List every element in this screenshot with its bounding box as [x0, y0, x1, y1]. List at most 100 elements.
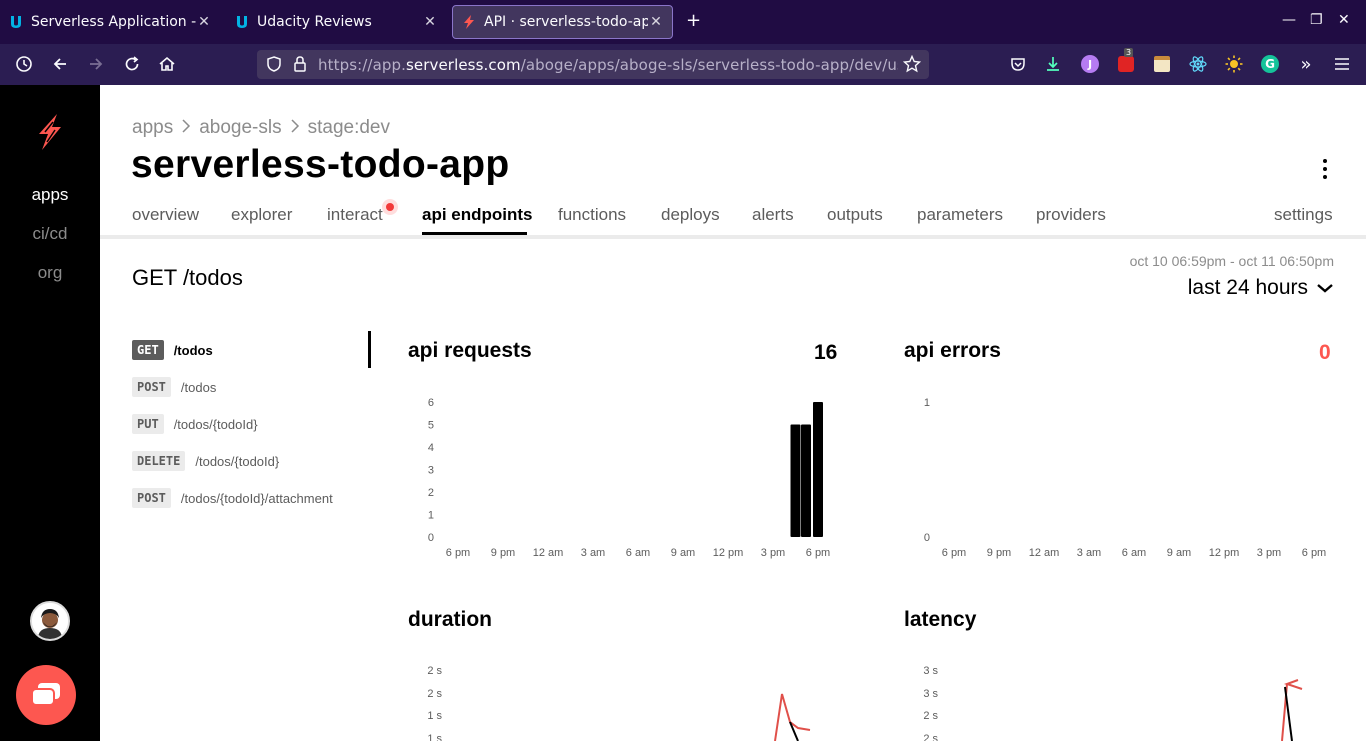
tab-parameters[interactable]: parameters — [917, 205, 1003, 225]
user-avatar[interactable] — [30, 601, 70, 641]
browser-tab-bar: Serverless Application - Udacity ✕ Udaci… — [0, 0, 1366, 44]
back-arrow-icon[interactable] — [49, 53, 71, 75]
tab-functions[interactable]: functions — [558, 205, 626, 225]
chat-bubble-icon — [31, 683, 60, 706]
serverless-logo-icon[interactable] — [33, 112, 67, 156]
overflow-chevrons-icon[interactable]: » — [1296, 54, 1316, 75]
x-tick-label: 3 pm — [761, 547, 785, 559]
app-sidebar: apps ci/cd org — [0, 85, 100, 741]
sidebar-item-org[interactable]: org — [0, 263, 100, 283]
home-icon[interactable] — [156, 53, 178, 75]
restore-icon[interactable]: ❐ — [1310, 12, 1323, 28]
grammarly-icon[interactable]: G — [1260, 54, 1280, 74]
breadcrumb: apps aboge-sls stage:dev — [132, 117, 390, 139]
url-text: https://app.serverless.com/aboge/apps/ab… — [318, 56, 898, 74]
sidebar-item-apps[interactable]: apps — [0, 185, 100, 205]
chevron-down-icon — [1316, 276, 1334, 300]
tab-outputs[interactable]: outputs — [827, 205, 883, 225]
y-tick-label: 2 s — [923, 733, 938, 741]
x-tick-label: 6 pm — [942, 547, 966, 559]
address-bar[interactable]: https://app.serverless.com/aboge/apps/ab… — [257, 50, 929, 79]
browser-tab-title: Serverless Application - Udacity — [31, 14, 196, 30]
notes-extension-icon[interactable] — [1152, 54, 1172, 74]
close-window-icon[interactable]: ✕ — [1338, 12, 1350, 28]
udacity-icon — [234, 14, 250, 30]
x-tick-label: 3 pm — [1257, 547, 1281, 559]
y-tick-label: 4 — [428, 442, 434, 454]
download-icon[interactable] — [1043, 54, 1063, 74]
chart-title-duration: duration — [408, 608, 492, 631]
y-tick-label: 0 — [428, 532, 434, 544]
y-tick-label: 2 s — [923, 710, 938, 722]
time-range-text: oct 10 06:59pm - oct 11 06:50pm — [1129, 253, 1334, 269]
profile-avatar-icon[interactable]: J — [1080, 54, 1100, 74]
reload-icon[interactable] — [121, 53, 143, 75]
y-tick-label: 2 s — [427, 688, 442, 700]
forward-arrow-icon[interactable] — [85, 53, 107, 75]
browser-tab-title: API · serverless-todo-app — [484, 14, 648, 30]
endpoint-path: /todos — [180, 379, 217, 395]
browser-tab-title: Udacity Reviews — [257, 14, 372, 30]
y-tick-label: 5 — [428, 420, 434, 432]
x-tick-label: 3 am — [1077, 547, 1101, 559]
close-icon[interactable]: ✕ — [196, 14, 212, 30]
tab-settings[interactable]: settings — [1274, 205, 1333, 225]
x-tick-label: 6 am — [626, 547, 650, 559]
y-tick-label: 2 s — [427, 665, 442, 677]
chevron-right-icon — [181, 118, 191, 138]
endpoint-item-post-attachment[interactable]: POST /todos/{todoId}/attachment — [132, 488, 333, 508]
tab-deploys[interactable]: deploys — [661, 205, 720, 225]
x-tick-label: 9 am — [1167, 547, 1191, 559]
x-tick-label: 12 pm — [713, 547, 744, 559]
time-range-selected: last 24 hours — [1187, 276, 1308, 299]
bar — [801, 424, 811, 537]
y-tick-label: 1 s — [427, 733, 442, 741]
endpoint-item-put-todo[interactable]: PUT /todos/{todoId} — [132, 414, 258, 434]
time-range-dropdown[interactable]: last 24 hours — [1188, 276, 1334, 300]
chevron-right-icon — [290, 118, 300, 138]
browser-tab-api-serverless-todo-app[interactable]: API · serverless-todo-app ✕ — [452, 5, 673, 39]
pocket-icon[interactable] — [1008, 54, 1028, 74]
endpoint-item-post-todos[interactable]: POST /todos — [132, 377, 216, 397]
extension-badge-icon[interactable]: 3 — [1116, 48, 1136, 74]
browser-tab-udacity-reviews[interactable]: Udacity Reviews ✕ — [226, 5, 446, 39]
api-errors-total: 0 — [1319, 341, 1331, 364]
lock-icon[interactable] — [292, 55, 308, 77]
tab-providers[interactable]: providers — [1036, 205, 1106, 225]
react-icon[interactable] — [1188, 54, 1208, 74]
sun-icon[interactable] — [1224, 54, 1244, 74]
breadcrumb-org[interactable]: aboge-sls — [199, 117, 281, 139]
endpoint-path: /todos/{todoId} — [173, 416, 258, 432]
hamburger-menu-icon[interactable] — [1332, 54, 1352, 74]
more-options-icon[interactable] — [1322, 159, 1328, 179]
browser-tab-serverless-application[interactable]: Serverless Application - Udacity ✕ — [0, 5, 220, 39]
sidebar-item-cicd[interactable]: ci/cd — [0, 224, 100, 244]
chart-title-latency: latency — [904, 608, 977, 631]
breadcrumb-stage[interactable]: stage:dev — [308, 117, 390, 139]
tab-api-endpoints[interactable]: api endpoints — [422, 205, 533, 225]
method-badge: DELETE — [132, 451, 186, 471]
minimize-icon[interactable]: — — [1282, 12, 1296, 28]
endpoint-item-delete-todo[interactable]: DELETE /todos/{todoId} — [132, 451, 279, 471]
x-tick-label: 3 am — [581, 547, 605, 559]
close-icon[interactable]: ✕ — [422, 14, 438, 30]
chat-support-button[interactable] — [16, 665, 76, 725]
breadcrumb-apps[interactable]: apps — [132, 117, 173, 139]
tab-interact[interactable]: interact — [327, 205, 383, 225]
history-icon[interactable] — [13, 53, 35, 75]
x-tick-label: 6 pm — [806, 547, 830, 559]
y-tick-label: 1 — [428, 510, 434, 522]
browser-nav-bar: https://app.serverless.com/aboge/apps/ab… — [0, 44, 1366, 85]
endpoint-item-get-todos[interactable]: GET /todos — [132, 340, 213, 360]
y-tick-label: 6 — [428, 397, 434, 409]
endpoint-path: /todos/{todoId} — [195, 453, 280, 469]
tab-alerts[interactable]: alerts — [752, 205, 794, 225]
selected-endpoint-indicator — [368, 331, 371, 368]
bookmark-star-icon[interactable] — [902, 54, 922, 77]
tab-explorer[interactable]: explorer — [231, 205, 292, 225]
x-tick-label: 9 pm — [491, 547, 515, 559]
close-icon[interactable]: ✕ — [648, 14, 664, 30]
shield-icon[interactable] — [265, 55, 283, 77]
tab-overview[interactable]: overview — [132, 205, 199, 225]
new-tab-plus-icon[interactable]: + — [686, 10, 701, 31]
